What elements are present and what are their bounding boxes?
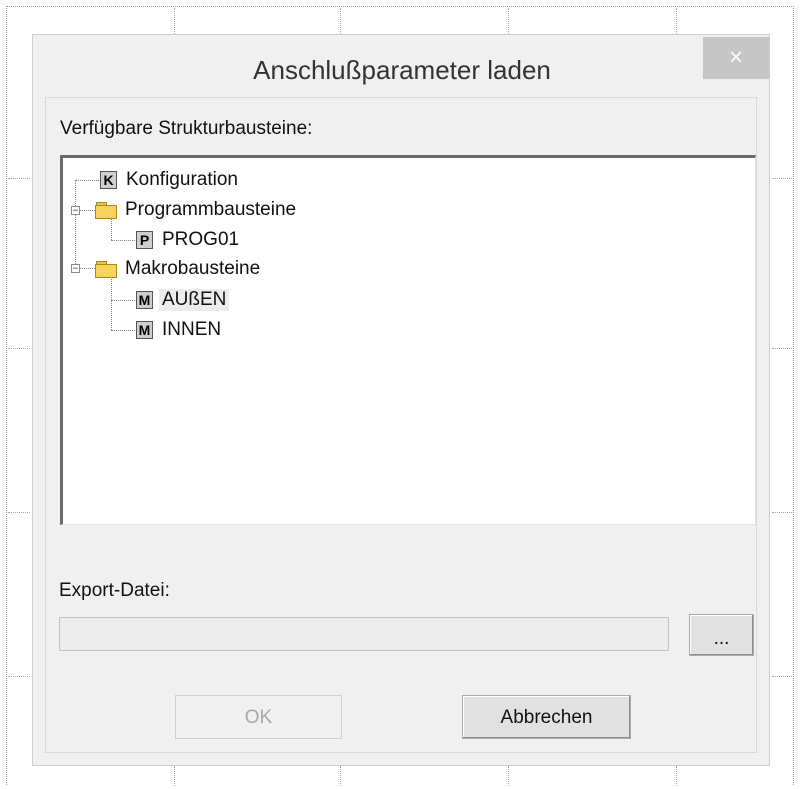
grid-guide	[340, 766, 341, 786]
grid-guide	[772, 348, 792, 349]
grid-guide	[8, 348, 30, 349]
macro-block-icon: M	[136, 321, 153, 339]
program-block-icon: P	[136, 231, 153, 249]
folder-open-icon	[95, 261, 117, 278]
grid-guide	[772, 178, 792, 179]
structure-label: Verfügbare Strukturbausteine:	[60, 118, 313, 139]
tree-item-prog01[interactable]: P PROG01	[136, 227, 242, 253]
collapse-toggle[interactable]: −	[71, 264, 80, 273]
macro-block-icon: M	[136, 291, 153, 309]
tree-line	[111, 276, 112, 330]
konfiguration-icon: K	[100, 171, 117, 189]
tree-item-aussen[interactable]: M AUßEN	[136, 287, 230, 313]
tree-item-innen[interactable]: M INNEN	[136, 317, 224, 343]
collapse-toggle[interactable]: −	[71, 206, 80, 215]
export-file-label: Export-Datei:	[59, 580, 170, 601]
tree-item-label: Konfiguration	[126, 169, 238, 190]
browse-button[interactable]: ...	[689, 614, 754, 656]
cancel-button-label: Abbrechen	[500, 707, 593, 728]
grid-guide	[8, 512, 30, 513]
grid-guide	[508, 8, 509, 34]
tree-item-programmbausteine[interactable]: Programmbausteine	[95, 197, 299, 223]
tree-item-label: PROG01	[162, 229, 240, 250]
grid-guide	[340, 8, 341, 34]
tree-item-label: Programmbausteine	[125, 199, 297, 220]
browse-button-label: ...	[713, 628, 730, 649]
grid-guide	[676, 8, 677, 34]
close-button[interactable]: ×	[703, 37, 769, 79]
ok-button-label: OK	[244, 707, 273, 728]
export-file-field[interactable]	[59, 617, 669, 651]
cancel-button[interactable]: Abbrechen	[462, 695, 631, 739]
tree-line	[111, 330, 135, 331]
tree-item-konfiguration[interactable]: K Konfiguration	[100, 167, 241, 193]
tree-line	[111, 300, 135, 301]
grid-guide	[772, 512, 792, 513]
grid-guide	[8, 676, 30, 677]
grid-guide	[8, 178, 30, 179]
grid-guide	[508, 766, 509, 786]
structure-tree[interactable]: − − K Konfiguration Programmbausteine P …	[60, 155, 756, 525]
grid-guide	[174, 766, 175, 786]
folder-open-icon	[95, 202, 117, 219]
tree-item-label: AUßEN	[159, 289, 230, 311]
tree-line	[75, 180, 99, 181]
grid-guide	[772, 676, 792, 677]
dialog-title: Anschlußparameter laden	[253, 55, 551, 85]
ok-button[interactable]: OK	[175, 695, 342, 739]
tree-item-makrobausteine[interactable]: Makrobausteine	[95, 256, 263, 282]
tree-item-label: Makrobausteine	[125, 258, 261, 279]
tree-line	[75, 180, 76, 268]
grid-guide	[676, 766, 677, 786]
grid-guide	[174, 8, 175, 34]
close-icon: ×	[728, 44, 743, 71]
tree-item-label: INNEN	[162, 319, 222, 340]
tree-line	[111, 240, 135, 241]
